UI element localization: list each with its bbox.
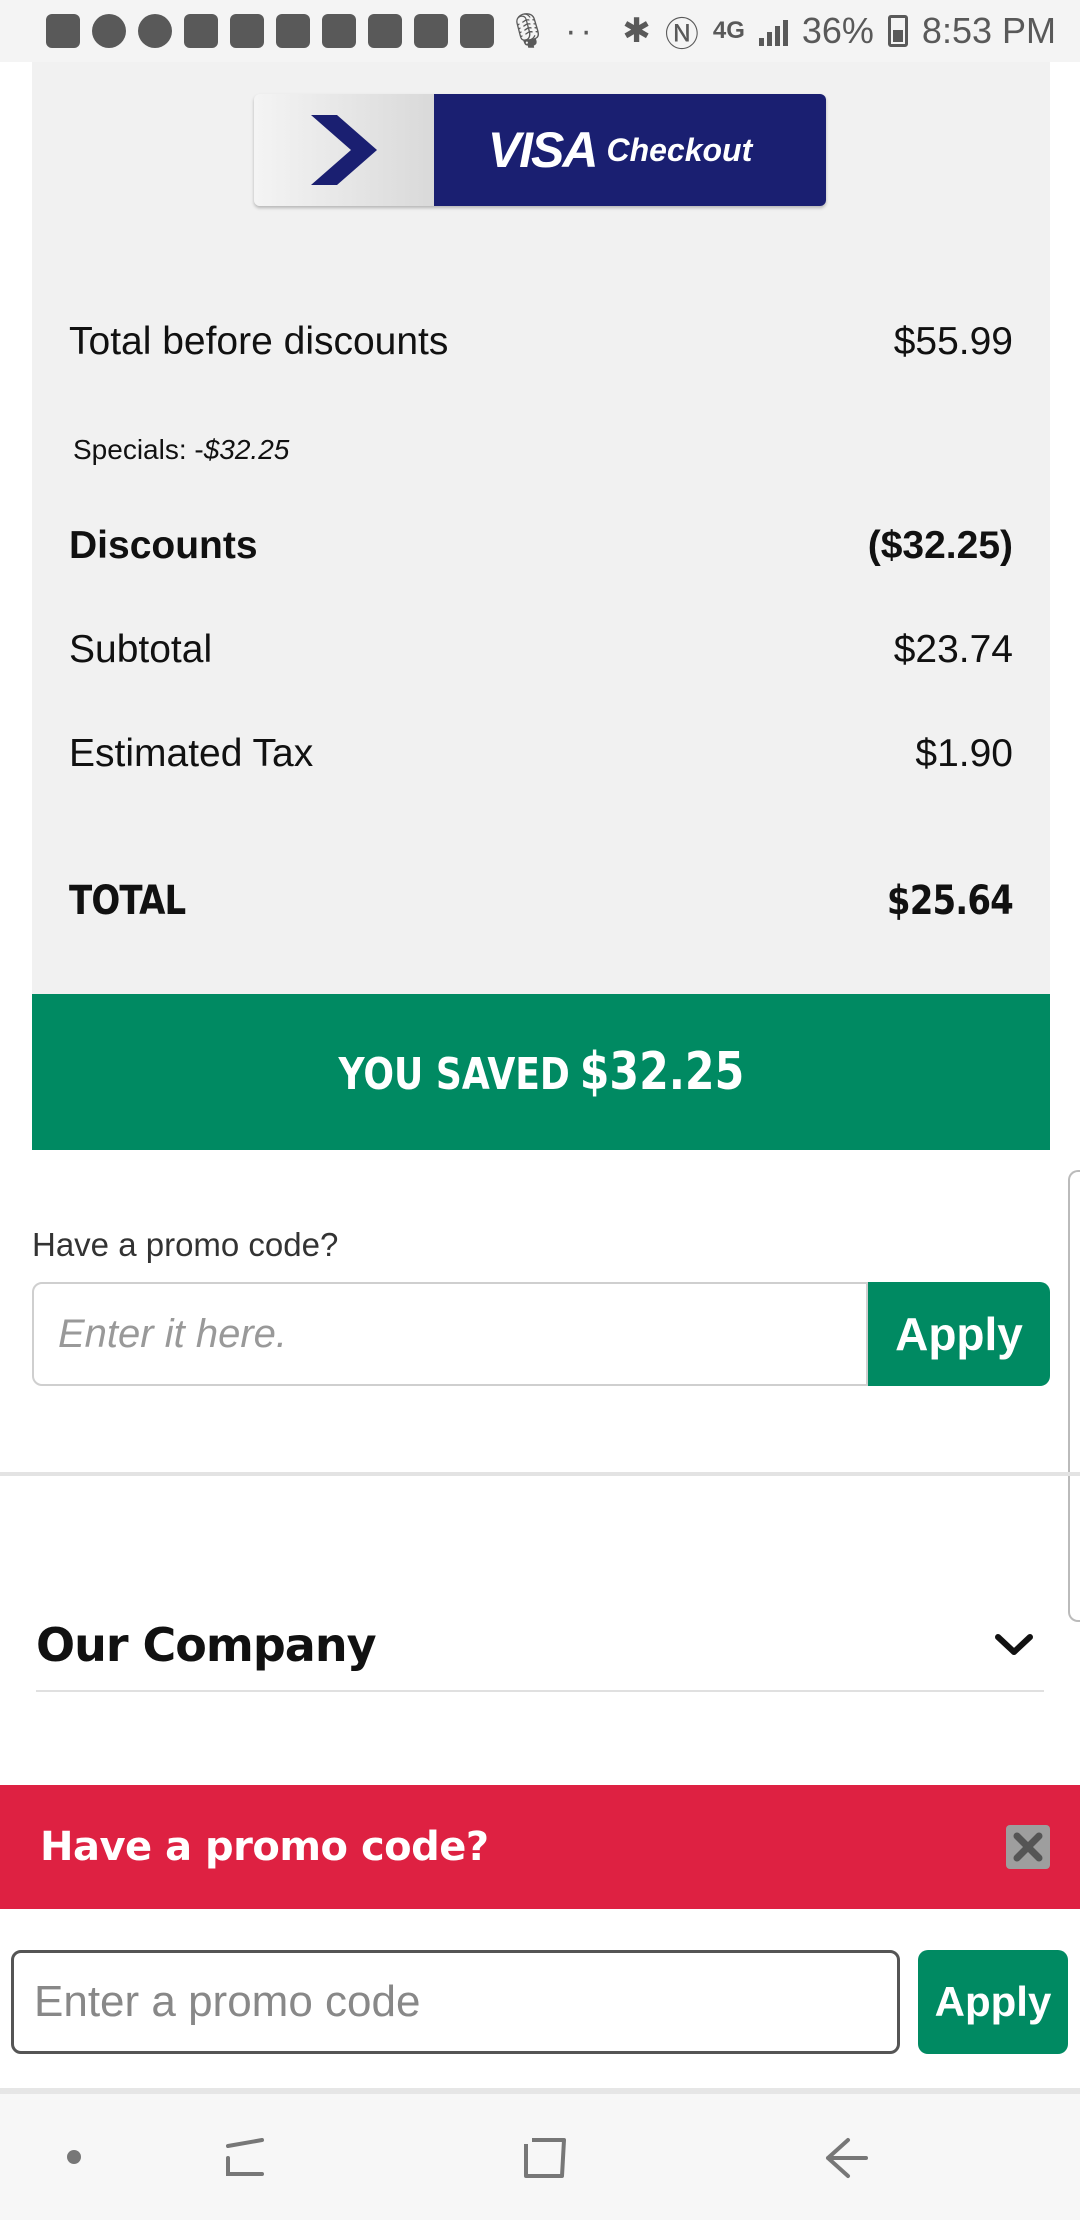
- mail-icon: [414, 14, 448, 48]
- estimated-tax-value: $1.90: [915, 732, 1013, 775]
- visa-checkout-button[interactable]: VISA Checkout: [254, 94, 826, 206]
- savings-amount: $32.25: [579, 1042, 744, 1102]
- our-company-title: Our Company: [36, 1618, 377, 1672]
- promo-popup-apply-button[interactable]: Apply: [918, 1950, 1068, 2054]
- microphone-icon: 🎙: [506, 12, 554, 50]
- promo-popup-bar: Have a promo code?: [0, 1785, 1080, 1909]
- specials-row: Specials: -$32.25: [73, 434, 1013, 466]
- nfc-icon: Ⓝ: [664, 15, 699, 54]
- savings-label: YOU SAVED: [338, 1049, 570, 1100]
- subtotal-label: Subtotal: [69, 628, 213, 671]
- navigation-bar: [0, 2094, 1080, 2220]
- promo-popup-title: Have a promo code?: [40, 1824, 489, 1870]
- promo-question: Have a promo code?: [32, 1226, 339, 1263]
- promo-popup-form: Apply: [0, 1909, 1080, 2093]
- scrollbar-thumb[interactable]: [1068, 1170, 1080, 1622]
- visa-label-area: VISA Checkout: [434, 94, 826, 206]
- facebook-icon: [184, 14, 218, 48]
- gmail-icon: [276, 14, 310, 48]
- notification-icons: 🎙 ··: [46, 11, 596, 51]
- discounts-row: Discounts ($32.25): [69, 524, 1013, 568]
- chevron-down-icon: [984, 1625, 1044, 1665]
- specials-label: Specials: -: [73, 434, 204, 465]
- ibotta-icon: [368, 14, 402, 48]
- battery-icon: [887, 15, 908, 47]
- total-before-discounts-row: Total before discounts $55.99: [69, 320, 1013, 364]
- facebook-icon-2: [230, 14, 264, 48]
- facebook-icon-3: [322, 14, 356, 48]
- signal-icon: [758, 16, 788, 46]
- estimated-tax-label: Estimated Tax: [69, 732, 314, 775]
- sports-ball-icon-2: [138, 14, 172, 48]
- visa-logo: VISA: [487, 122, 599, 178]
- subtotal-row: Subtotal $23.74: [69, 628, 1013, 672]
- bluetooth-icon: ✱: [622, 12, 651, 50]
- back-icon[interactable]: [812, 2094, 882, 2220]
- status-bar: 🎙 ·· ✱ Ⓝ 4G 36% 8:53 PM: [0, 0, 1080, 62]
- order-summary: VISA Checkout Total before discounts $55…: [32, 62, 1050, 994]
- message-icon: [46, 14, 80, 48]
- clock: 8:53 PM: [921, 10, 1056, 51]
- total-row: TOTAL $25.64: [69, 878, 1014, 924]
- image-icon: [460, 14, 494, 48]
- system-icons: ✱ Ⓝ 4G 36% 8:53 PM: [622, 7, 1056, 56]
- estimated-tax-row: Estimated Tax $1.90: [69, 732, 1013, 776]
- battery-percent: 36%: [801, 10, 874, 51]
- sports-ball-icon: [92, 14, 126, 48]
- network-type: 4G: [712, 17, 745, 44]
- promo-form: Apply: [32, 1282, 1050, 1386]
- promo-popup-input[interactable]: [11, 1950, 900, 2054]
- total-value: $25.64: [886, 878, 1014, 924]
- nav-dot-icon[interactable]: [54, 2094, 94, 2220]
- subtotal-value: $23.74: [893, 628, 1013, 671]
- discounts-label: Discounts: [69, 524, 258, 567]
- home-icon[interactable]: [510, 2094, 580, 2220]
- total-before-discounts-label: Total before discounts: [69, 320, 449, 363]
- close-icon[interactable]: [1006, 1825, 1050, 1869]
- promo-apply-button[interactable]: Apply: [868, 1282, 1050, 1386]
- savings-banner: YOU SAVED $32.25: [32, 994, 1050, 1150]
- chevron-right-icon: [311, 115, 377, 185]
- checkout-page: 🎙 ·· ✱ Ⓝ 4G 36% 8:53 PM VISA Checkout To…: [0, 0, 1080, 2220]
- section-divider: [0, 1472, 1080, 1476]
- total-label: TOTAL: [69, 878, 186, 924]
- promo-code-input[interactable]: [32, 1282, 868, 1386]
- our-company-accordion[interactable]: Our Company: [36, 1600, 1044, 1692]
- discounts-value: ($32.25): [867, 524, 1013, 567]
- total-before-discounts-value: $55.99: [893, 320, 1013, 363]
- recent-apps-icon[interactable]: [210, 2094, 280, 2220]
- specials-value: $32.25: [203, 434, 290, 465]
- checkout-label: Checkout: [606, 131, 753, 168]
- more-notifications-icon: ··: [565, 11, 596, 50]
- visa-arrow-area: [254, 94, 434, 206]
